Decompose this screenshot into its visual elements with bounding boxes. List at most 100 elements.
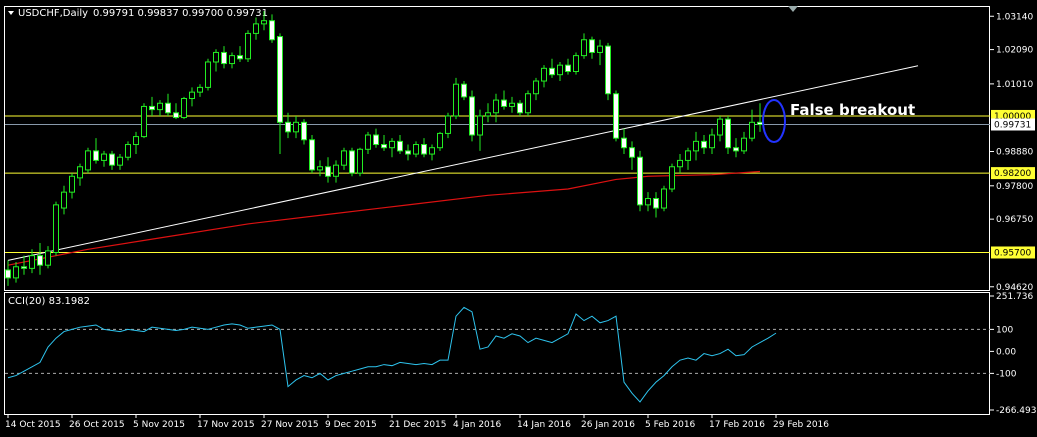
candle-body	[173, 112, 179, 119]
candle-body	[405, 150, 411, 155]
candle-body	[317, 166, 323, 171]
candle-body	[37, 255, 43, 266]
time-tick-label: 26 Oct 2015	[69, 420, 125, 430]
candle-body	[565, 64, 571, 73]
time-axis: 14 Oct 2015 26 Oct 2015 5 Nov 2015 17 Nov 2…	[5, 414, 829, 430]
price-panel-frame	[4, 6, 990, 291]
time-tick-label: 5 Feb 2016	[645, 420, 696, 430]
current-price-label: 0.99731	[994, 120, 1031, 130]
candle-body	[333, 164, 339, 177]
time-tick-label: 14 Jan 2016	[517, 420, 571, 430]
candle-body	[237, 55, 243, 60]
candle-body	[141, 105, 147, 138]
annotation-label: False breakout	[790, 101, 915, 119]
cci-tick-label: 0.00	[996, 347, 1016, 357]
ma-series-line	[7, 170, 761, 266]
candle-body	[133, 136, 139, 146]
time-tick-label: 21 Dec 2015	[389, 420, 447, 430]
candle-body	[277, 36, 283, 123]
candle-body	[557, 64, 563, 76]
candle-body	[101, 153, 107, 161]
candle-body	[677, 159, 683, 168]
candle-body	[109, 153, 115, 166]
candle-body	[53, 204, 59, 253]
candle-body	[485, 112, 491, 117]
candle-body	[477, 115, 483, 136]
candle-body	[77, 166, 83, 179]
candle-body	[709, 134, 715, 149]
candle-body	[93, 150, 99, 161]
ohlc-header: 0.99791 0.99837 0.99700 0.99731	[93, 8, 268, 19]
candle-body	[13, 266, 19, 279]
candle-body	[389, 140, 395, 149]
candle-body	[165, 102, 171, 114]
candle-body	[573, 55, 579, 73]
cci-tick-label: 251.736	[996, 292, 1033, 302]
candle-body	[613, 93, 619, 139]
candle-body	[493, 99, 499, 114]
candle-body	[117, 156, 123, 166]
time-tick-label: 17 Feb 2016	[709, 420, 765, 430]
candle-body	[749, 121, 755, 139]
candle-body	[397, 140, 403, 152]
candle-body	[341, 150, 347, 166]
candle-body	[597, 45, 603, 53]
breakout-ellipse	[762, 99, 786, 143]
candle-body	[517, 102, 523, 114]
price-tick-label: 0.98880	[996, 148, 1033, 158]
candle-body	[701, 140, 707, 149]
candle-body	[205, 61, 211, 88]
cci-tick-label: -100	[996, 369, 1017, 379]
candle-body	[581, 39, 587, 57]
candle-body	[349, 150, 355, 174]
candle-body	[509, 102, 515, 107]
candle-body	[717, 118, 723, 136]
candle-body	[309, 139, 315, 171]
candle-body	[637, 156, 643, 206]
price-tick-label: 1.01010	[996, 80, 1033, 90]
candle-body	[245, 32, 251, 60]
candle-body	[213, 51, 219, 63]
candle-body	[365, 134, 371, 150]
candle-body	[285, 121, 291, 133]
candle-body	[437, 132, 443, 149]
candle-body	[741, 137, 747, 152]
candle-body	[653, 198, 659, 209]
candle-body	[645, 198, 651, 206]
candle-body	[125, 144, 131, 158]
time-tick-label: 4 Jan 2016	[453, 420, 501, 430]
candle-body	[221, 51, 227, 65]
candle-body	[421, 144, 427, 155]
candle-body	[725, 118, 731, 149]
candle-body	[253, 23, 259, 34]
candle-body	[197, 86, 203, 93]
candle-body	[541, 67, 547, 82]
cci-series-line	[7, 306, 777, 403]
dropdown-triangle-icon[interactable]	[8, 11, 14, 15]
candle-body	[61, 191, 67, 209]
candle-body	[85, 150, 91, 171]
cci-axis: 251.736 100 0.00 -100 -266.4931	[5, 292, 1037, 416]
candle-body	[533, 80, 539, 95]
price-tick-label: 0.96750	[996, 215, 1033, 225]
price-tick-label: 0.97800	[996, 182, 1033, 192]
candle-body	[693, 140, 699, 152]
candle-body	[325, 166, 331, 177]
candle-body	[269, 20, 275, 41]
candle-body	[413, 144, 419, 155]
level-label: 0.98200	[994, 169, 1031, 179]
time-tick-label: 9 Dec 2015	[325, 420, 377, 430]
moving-average	[7, 170, 761, 266]
candle-body	[21, 266, 27, 269]
candle-body	[29, 255, 35, 269]
candle-body	[589, 39, 595, 53]
candle-body	[525, 93, 531, 114]
horizontal-levels: 1.000000.982000.957000.99731	[5, 109, 1035, 259]
candle-body	[621, 137, 627, 149]
time-tick-label: 5 Nov 2015	[133, 420, 185, 430]
candle-body	[685, 150, 691, 161]
candle-body	[229, 55, 235, 65]
shift-marker-icon[interactable]	[788, 6, 798, 12]
candle-body	[461, 83, 467, 98]
cci-header: CCI(20) 83.1982	[8, 296, 90, 307]
